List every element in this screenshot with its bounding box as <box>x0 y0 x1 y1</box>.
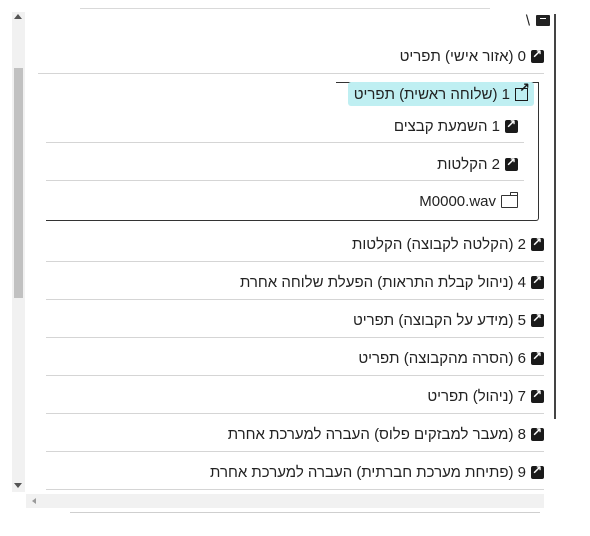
shortcut-icon <box>505 117 518 133</box>
tree-item-label: 1 (שלוחה ראשית) תפריט <box>353 85 510 103</box>
divider <box>46 180 524 181</box>
tree-item-selected[interactable]: 1 (שלוחה ראשית) תפריט <box>28 76 534 112</box>
shortcut-icon <box>531 425 544 441</box>
shortcut-icon <box>531 349 544 365</box>
tree-item[interactable]: 8 (מעבר למבזקים פלוס) העברה למערכת אחרת <box>46 416 544 452</box>
scroll-down-arrow-icon[interactable] <box>14 483 22 488</box>
tree-item-label: 2 הקלטות <box>437 155 500 173</box>
tree-item[interactable]: 0 (אזור אישי) תפריט <box>38 38 544 74</box>
shortcut-icon <box>531 47 544 63</box>
shortcut-icon <box>531 463 544 479</box>
panel-top-border <box>80 8 490 9</box>
panel-right-border <box>554 14 556 419</box>
vertical-scroll-thumb[interactable] <box>14 68 23 298</box>
selected-highlight: 1 (שלוחה ראשית) תפריט <box>347 81 534 106</box>
folder-icon <box>501 191 518 208</box>
tree-item[interactable]: 6 (הסרה מהקבוצה) תפריט <box>46 340 544 376</box>
tree-item[interactable]: 7 (ניהול) תפריט <box>46 378 544 414</box>
divider <box>46 142 524 143</box>
tree-item-label: 2 (הקלטה לקבוצה) הקלטות <box>352 235 526 253</box>
tree-item-label: 5 (מידע על הקבוצה) תפריט <box>352 311 526 329</box>
panel-bottom-border <box>70 512 540 513</box>
tree-child-item[interactable]: 2 הקלטות <box>437 146 518 182</box>
tree-item-label: 0 (אזור אישי) תפריט <box>399 47 526 65</box>
tree-item[interactable]: 2 (הקלטה לקבוצה) הקלטות <box>46 226 544 262</box>
tree-item-label: 4 (ניהול קבלת התראות) הפעלת שלוחה אחרת <box>239 273 526 291</box>
vertical-scrollbar[interactable] <box>12 12 25 492</box>
tree-item[interactable]: 5 (מידע על הקבוצה) תפריט <box>46 302 544 338</box>
tree-item-label: 1 השמעת קבצים <box>393 117 500 135</box>
horizontal-scrollbar[interactable] <box>26 494 544 508</box>
scroll-up-arrow-icon[interactable] <box>14 14 22 19</box>
scroll-left-arrow-icon[interactable] <box>32 498 36 504</box>
tree-item-label: 7 (ניהול) תפריט <box>427 387 526 405</box>
tree-item[interactable]: 9 (פתיחת מערכת חברתית) העברה למערכת אחרת <box>46 454 544 490</box>
tree-child-item[interactable]: 1 השמעת קבצים <box>394 108 518 144</box>
root-path: \ <box>525 12 530 30</box>
tree-child-item[interactable]: M0000.wav <box>419 183 518 219</box>
tree-item-label: M0000.wav <box>419 192 496 210</box>
tree-item-label: 8 (מעבר למבזקים פלוס) העברה למערכת אחרת <box>227 425 526 443</box>
shortcut-icon <box>505 155 518 171</box>
shortcut-icon <box>531 235 544 251</box>
shortcut-icon <box>531 311 544 327</box>
tree-item-label: 6 (הסרה מהקבוצה) תפריט <box>358 349 526 367</box>
tree-root[interactable]: \ <box>30 12 550 30</box>
shortcut-icon <box>531 387 544 403</box>
shortcut-icon <box>531 273 544 289</box>
tree-item-label: 9 (פתיחת מערכת חברתית) העברה למערכת אחרת <box>210 463 526 481</box>
external-link-icon <box>515 81 530 101</box>
tree-item[interactable]: 4 (ניהול קבלת התראות) הפעלת שלוחה אחרת <box>46 264 544 300</box>
folder-icon <box>536 15 550 27</box>
